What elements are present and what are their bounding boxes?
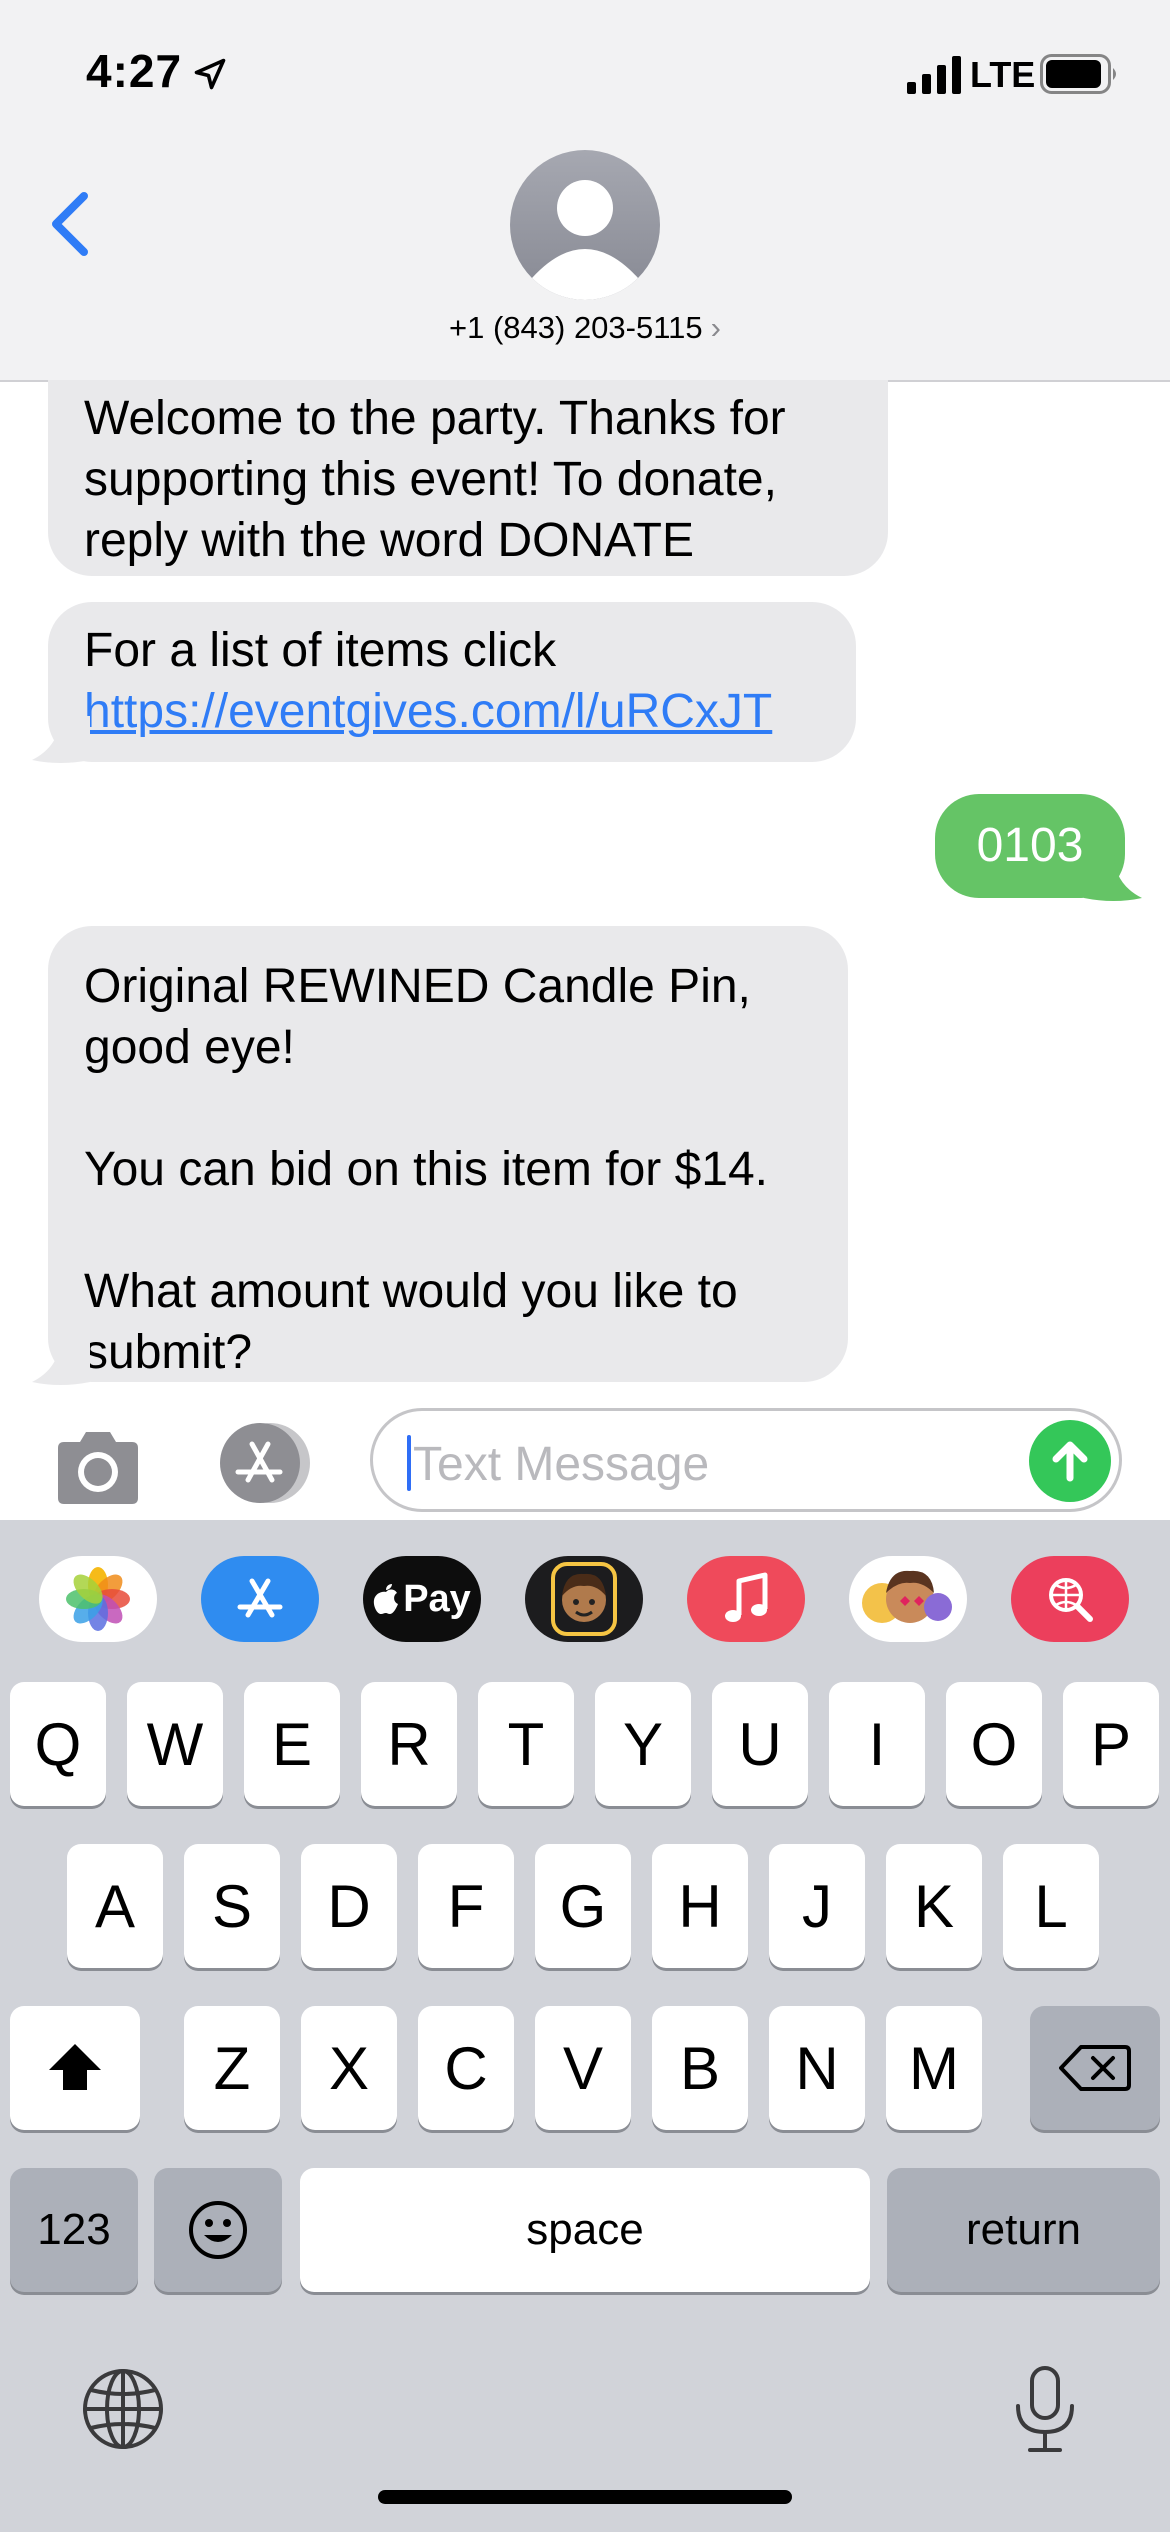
key-b[interactable]: B <box>652 2006 748 2130</box>
item-list-link[interactable]: https://eventgives.com/l/uRCxJT <box>84 685 772 738</box>
key-h[interactable]: H <box>652 1844 748 1968</box>
key-v[interactable]: V <box>535 2006 631 2130</box>
bubble-tail <box>32 716 90 763</box>
bubble-tail <box>32 1338 90 1385</box>
shift-arrow-icon <box>49 2044 101 2090</box>
contact-details-button[interactable]: +1 (843) 203-5115 › <box>0 310 1170 346</box>
key-m[interactable]: M <box>886 2006 982 2130</box>
keyboard: Pay Q W E R T Y U I O P A S D F G H J K … <box>0 1520 1170 2532</box>
app-store-app-icon[interactable] <box>201 1556 319 1642</box>
send-button[interactable] <box>1029 1420 1111 1502</box>
contact-number: +1 (843) 203-5115 <box>449 310 703 345</box>
key-i[interactable]: I <box>829 1682 925 1806</box>
bubble-tail <box>1084 854 1142 901</box>
cellular-signal-icon <box>907 56 961 94</box>
key-p[interactable]: P <box>1063 1682 1159 1806</box>
conversation-header: 4:27 LTE +1 (843) 203-5115 › <box>0 0 1170 382</box>
key-s[interactable]: S <box>184 1844 280 1968</box>
home-indicator[interactable] <box>378 2490 792 2504</box>
animoji-stickers-app-icon[interactable] <box>849 1556 967 1642</box>
emoji-key[interactable] <box>154 2168 282 2292</box>
backspace-icon <box>1059 2045 1131 2091</box>
apple-logo-icon <box>374 1584 399 1614</box>
contact-avatar[interactable] <box>510 150 660 300</box>
numbers-key[interactable]: 123 <box>10 2168 138 2292</box>
return-key[interactable]: return <box>887 2168 1160 2292</box>
key-u[interactable]: U <box>712 1682 808 1806</box>
globe-search-icon <box>1049 1578 1093 1622</box>
key-g[interactable]: G <box>535 1844 631 1968</box>
incoming-message[interactable]: Welcome to the party. Thanks for support… <box>48 380 888 576</box>
status-time: 4:27 <box>86 45 183 97</box>
chevron-right-icon: › <box>710 310 721 345</box>
photos-app-icon[interactable] <box>39 1556 157 1642</box>
key-r[interactable]: R <box>361 1682 457 1806</box>
message-thread[interactable]: Welcome to the party. Thanks for support… <box>0 380 1170 1390</box>
image-search-app-icon[interactable] <box>1011 1556 1129 1642</box>
key-q[interactable]: Q <box>10 1682 106 1806</box>
key-x[interactable]: X <box>301 2006 397 2130</box>
app-store-icon[interactable] <box>210 1420 316 1506</box>
arrow-up-icon <box>1052 1441 1088 1482</box>
apple-pay-label: Pay <box>403 1577 471 1620</box>
key-a[interactable]: A <box>67 1844 163 1968</box>
camera-icon[interactable] <box>50 1430 146 1506</box>
key-y[interactable]: Y <box>595 1682 691 1806</box>
delete-key[interactable] <box>1030 2006 1160 2130</box>
space-key[interactable]: space <box>300 2168 870 2292</box>
text-caret <box>407 1435 411 1491</box>
key-f[interactable]: F <box>418 1844 514 1968</box>
key-e[interactable]: E <box>244 1682 340 1806</box>
apple-pay-icon[interactable]: Pay <box>363 1556 481 1642</box>
key-d[interactable]: D <box>301 1844 397 1968</box>
message-input-placeholder: Text Message <box>413 1438 710 1491</box>
microphone-icon[interactable] <box>1010 2364 1080 2454</box>
key-w[interactable]: W <box>127 1682 223 1806</box>
message-text: For a list of items click <box>84 624 557 677</box>
incoming-message[interactable]: Original REWINED Candle Pin, good eye! Y… <box>48 926 848 1382</box>
shift-key[interactable] <box>10 2006 140 2130</box>
battery-icon <box>1040 54 1116 94</box>
key-n[interactable]: N <box>769 2006 865 2130</box>
key-t[interactable]: T <box>478 1682 574 1806</box>
memoji-app-icon[interactable] <box>525 1556 643 1642</box>
person-silhouette-icon <box>532 180 638 300</box>
back-chevron-icon[interactable] <box>40 184 100 264</box>
key-z[interactable]: Z <box>184 2006 280 2130</box>
key-c[interactable]: C <box>418 2006 514 2130</box>
location-arrow-icon <box>194 58 226 90</box>
globe-icon[interactable] <box>80 2366 166 2452</box>
key-o[interactable]: O <box>946 1682 1042 1806</box>
network-type: LTE <box>970 54 1036 95</box>
key-j[interactable]: J <box>769 1844 865 1968</box>
key-l[interactable]: L <box>1003 1844 1099 1968</box>
music-app-icon[interactable] <box>687 1556 805 1642</box>
emoji-smiley-icon <box>189 2201 247 2259</box>
key-k[interactable]: K <box>886 1844 982 1968</box>
message-input[interactable]: Text Message <box>370 1408 1122 1512</box>
incoming-message[interactable]: For a list of items click https://eventg… <box>48 602 856 762</box>
music-note-icon <box>725 1572 768 1622</box>
compose-bar: Text Message <box>0 1390 1170 1520</box>
